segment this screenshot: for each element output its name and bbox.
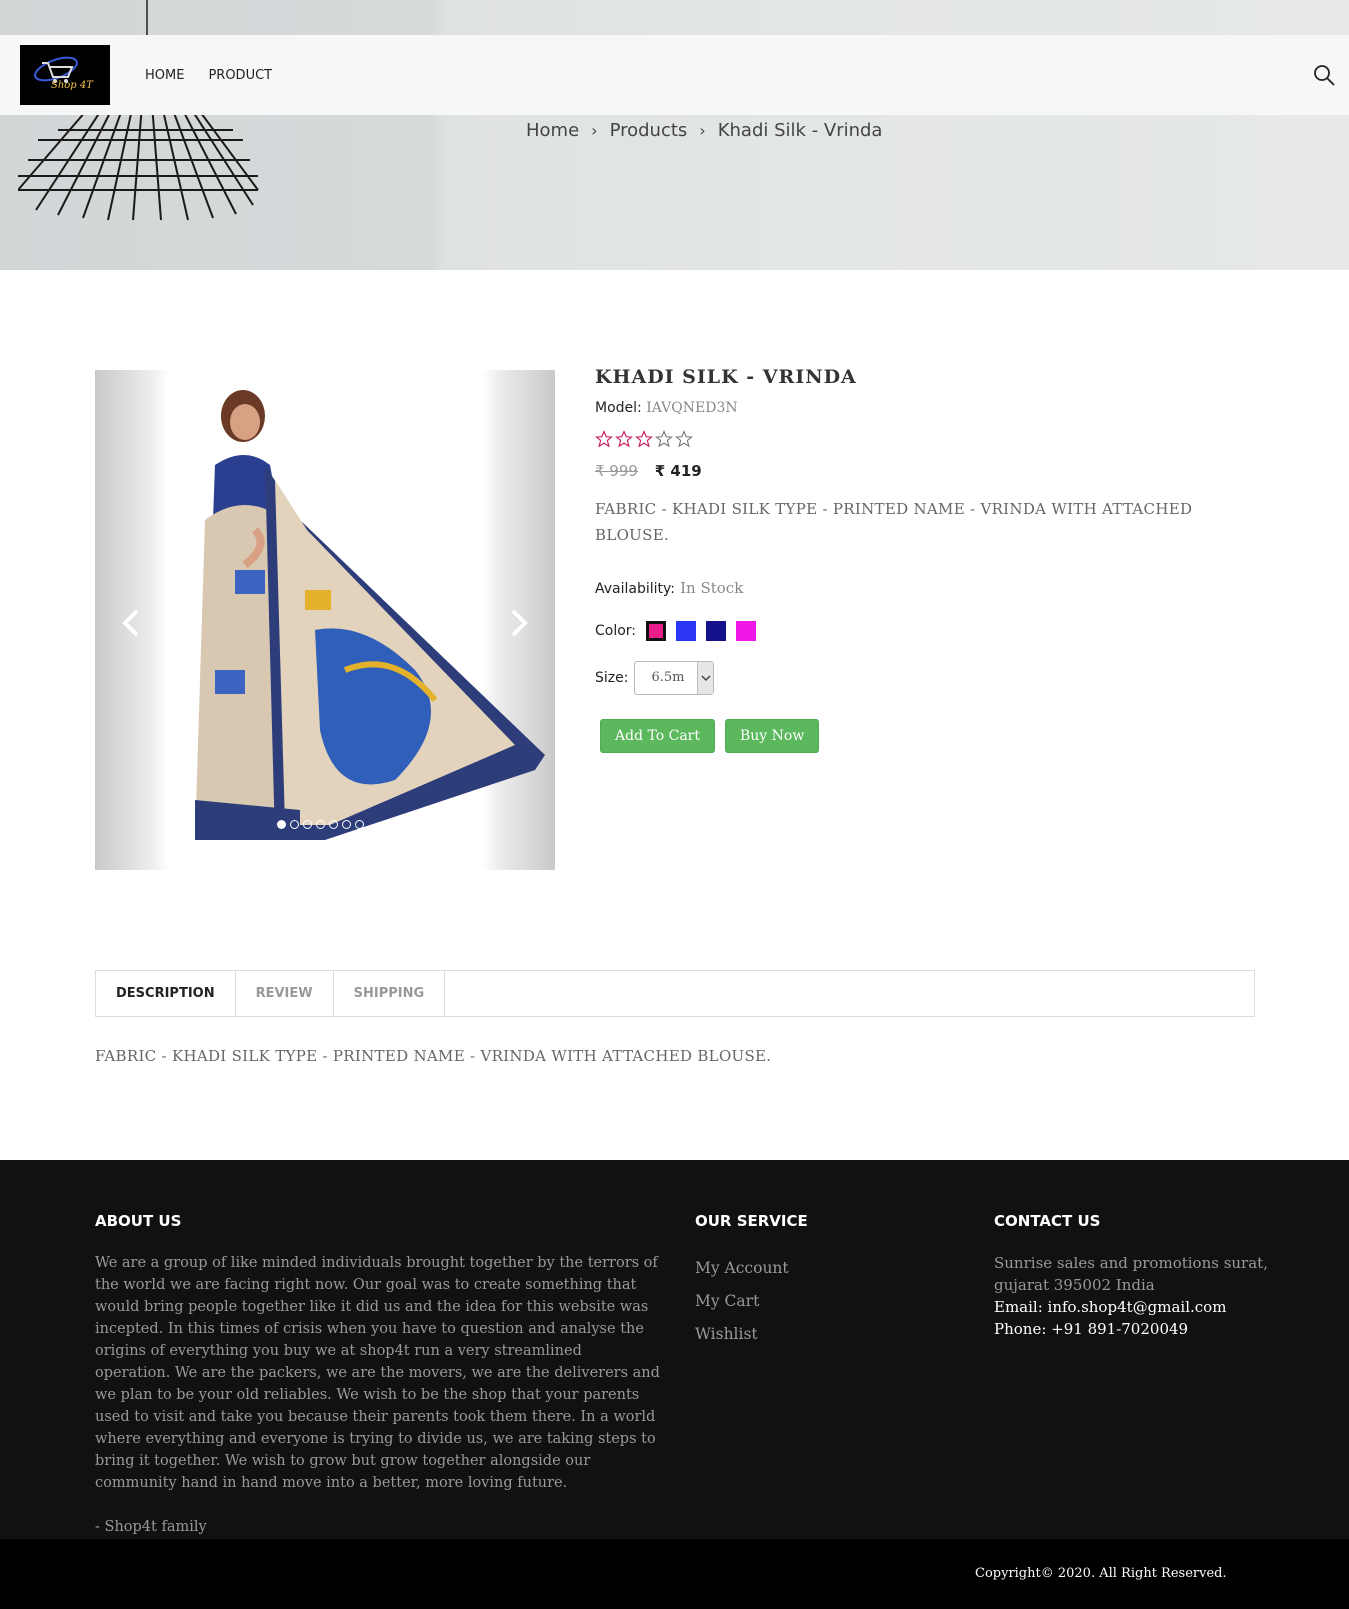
chevron-down-icon xyxy=(697,662,714,694)
site-footer: ABOUT US We are a group of like minded i… xyxy=(0,1160,1349,1539)
star-icon[interactable] xyxy=(655,430,673,448)
color-label: Color: xyxy=(595,623,637,639)
short-description: FABRIC - KHADI SILK TYPE - PRINTED NAME … xyxy=(595,500,1193,544)
carousel-dot[interactable] xyxy=(277,820,286,829)
footer-link-my-cart[interactable]: My Cart xyxy=(695,1285,808,1318)
cart-logo-icon xyxy=(34,56,78,83)
rating-stars[interactable] xyxy=(595,430,1235,448)
tab-description[interactable]: DESCRIPTION xyxy=(96,971,236,1016)
add-to-cart-button[interactable]: Add To Cart xyxy=(600,719,715,753)
product-image-carousel[interactable] xyxy=(95,370,555,870)
tab-review[interactable]: REVIEW xyxy=(236,971,334,1016)
carousel-dot[interactable] xyxy=(303,820,312,829)
carousel-dot[interactable] xyxy=(329,820,338,829)
sale-price: ₹ 419 xyxy=(654,462,702,480)
copyright-text: Copyright© 2020. All Right Reserved. xyxy=(975,1566,1227,1581)
buy-now-button[interactable]: Buy Now xyxy=(725,719,820,753)
price: ₹ 999 ₹ 419 xyxy=(595,462,1235,480)
site-header: Shop 4T HOME PRODUCT xyxy=(0,35,1349,115)
model-value: IAVQNED3N xyxy=(646,400,738,416)
footer-link-my-account[interactable]: My Account xyxy=(695,1252,808,1285)
about-heading: ABOUT US xyxy=(95,1212,182,1230)
size-select[interactable]: 6.5m xyxy=(634,661,715,695)
color-swatch[interactable] xyxy=(736,621,757,641)
carousel-dot[interactable] xyxy=(316,820,325,829)
product-tabs: DESCRIPTION REVIEW SHIPPING xyxy=(95,970,1255,1017)
main-nav: HOME PRODUCT xyxy=(145,35,272,115)
chevron-right-icon: › xyxy=(591,121,598,140)
tab-description-content: FABRIC - KHADI SILK TYPE - PRINTED NAME … xyxy=(95,1047,772,1065)
copyright-bar: Copyright© 2020. All Right Reserved. xyxy=(0,1539,1349,1609)
footer-service: OUR SERVICE My Account My Cart Wishlist xyxy=(695,1212,808,1351)
about-signature: - Shop4t family xyxy=(95,1519,207,1535)
star-icon[interactable] xyxy=(675,430,693,448)
nav-home[interactable]: HOME xyxy=(145,68,184,83)
service-heading: OUR SERVICE xyxy=(695,1212,808,1230)
star-icon[interactable] xyxy=(595,430,613,448)
carousel-dot[interactable] xyxy=(290,820,299,829)
breadcrumb-products[interactable]: Products xyxy=(610,120,688,141)
search-icon[interactable] xyxy=(1312,63,1336,87)
carousel-dot[interactable] xyxy=(355,820,364,829)
breadcrumb-home[interactable]: Home xyxy=(526,120,579,141)
carousel-prev-arrow[interactable] xyxy=(119,608,143,638)
product-title: KHADI SILK - VRINDA xyxy=(595,366,857,388)
logo-text: Shop 4T xyxy=(51,80,93,91)
old-price: ₹ 999 xyxy=(595,462,638,480)
contact-heading: CONTACT US xyxy=(994,1212,1101,1230)
carousel-indicators xyxy=(277,820,364,829)
contact-address: Sunrise sales and promotions surat, guja… xyxy=(994,1254,1268,1294)
color-picker: Color: xyxy=(595,621,1235,641)
nav-product[interactable]: PRODUCT xyxy=(208,68,272,83)
footer-link-wishlist[interactable]: Wishlist xyxy=(695,1318,808,1351)
logo[interactable]: Shop 4T xyxy=(20,45,110,105)
contact-phone[interactable]: Phone: +91 891-7020049 xyxy=(994,1318,1294,1340)
size-select-value: 6.5m xyxy=(651,670,685,685)
size-label: Size: xyxy=(595,670,629,686)
color-swatch[interactable] xyxy=(706,621,727,641)
color-swatch[interactable] xyxy=(646,621,667,641)
about-text: We are a group of like minded individual… xyxy=(95,1255,660,1491)
breadcrumb: Home › Products › Khadi Silk - Vrinda xyxy=(526,120,882,141)
star-icon[interactable] xyxy=(635,430,653,448)
product-info: KHADI SILK - VRINDA Model: IAVQNED3N ₹ 9… xyxy=(595,366,1235,753)
availability-value: In Stock xyxy=(680,579,744,597)
breadcrumb-current: Khadi Silk - Vrinda xyxy=(717,120,883,141)
carousel-next-arrow[interactable] xyxy=(507,608,531,638)
contact-email[interactable]: Email: info.shop4t@gmail.com xyxy=(994,1296,1294,1318)
star-icon[interactable] xyxy=(615,430,633,448)
saree-product-image xyxy=(195,390,545,840)
tab-shipping[interactable]: SHIPPING xyxy=(334,971,446,1016)
carousel-dot[interactable] xyxy=(342,820,351,829)
color-swatch[interactable] xyxy=(676,621,697,641)
footer-about: ABOUT US We are a group of like minded i… xyxy=(95,1212,660,1538)
chevron-right-icon: › xyxy=(699,121,706,140)
availability-label: Availability: xyxy=(595,581,676,597)
model-label: Model: xyxy=(595,400,642,416)
footer-contact: CONTACT US Sunrise sales and promotions … xyxy=(994,1212,1294,1340)
